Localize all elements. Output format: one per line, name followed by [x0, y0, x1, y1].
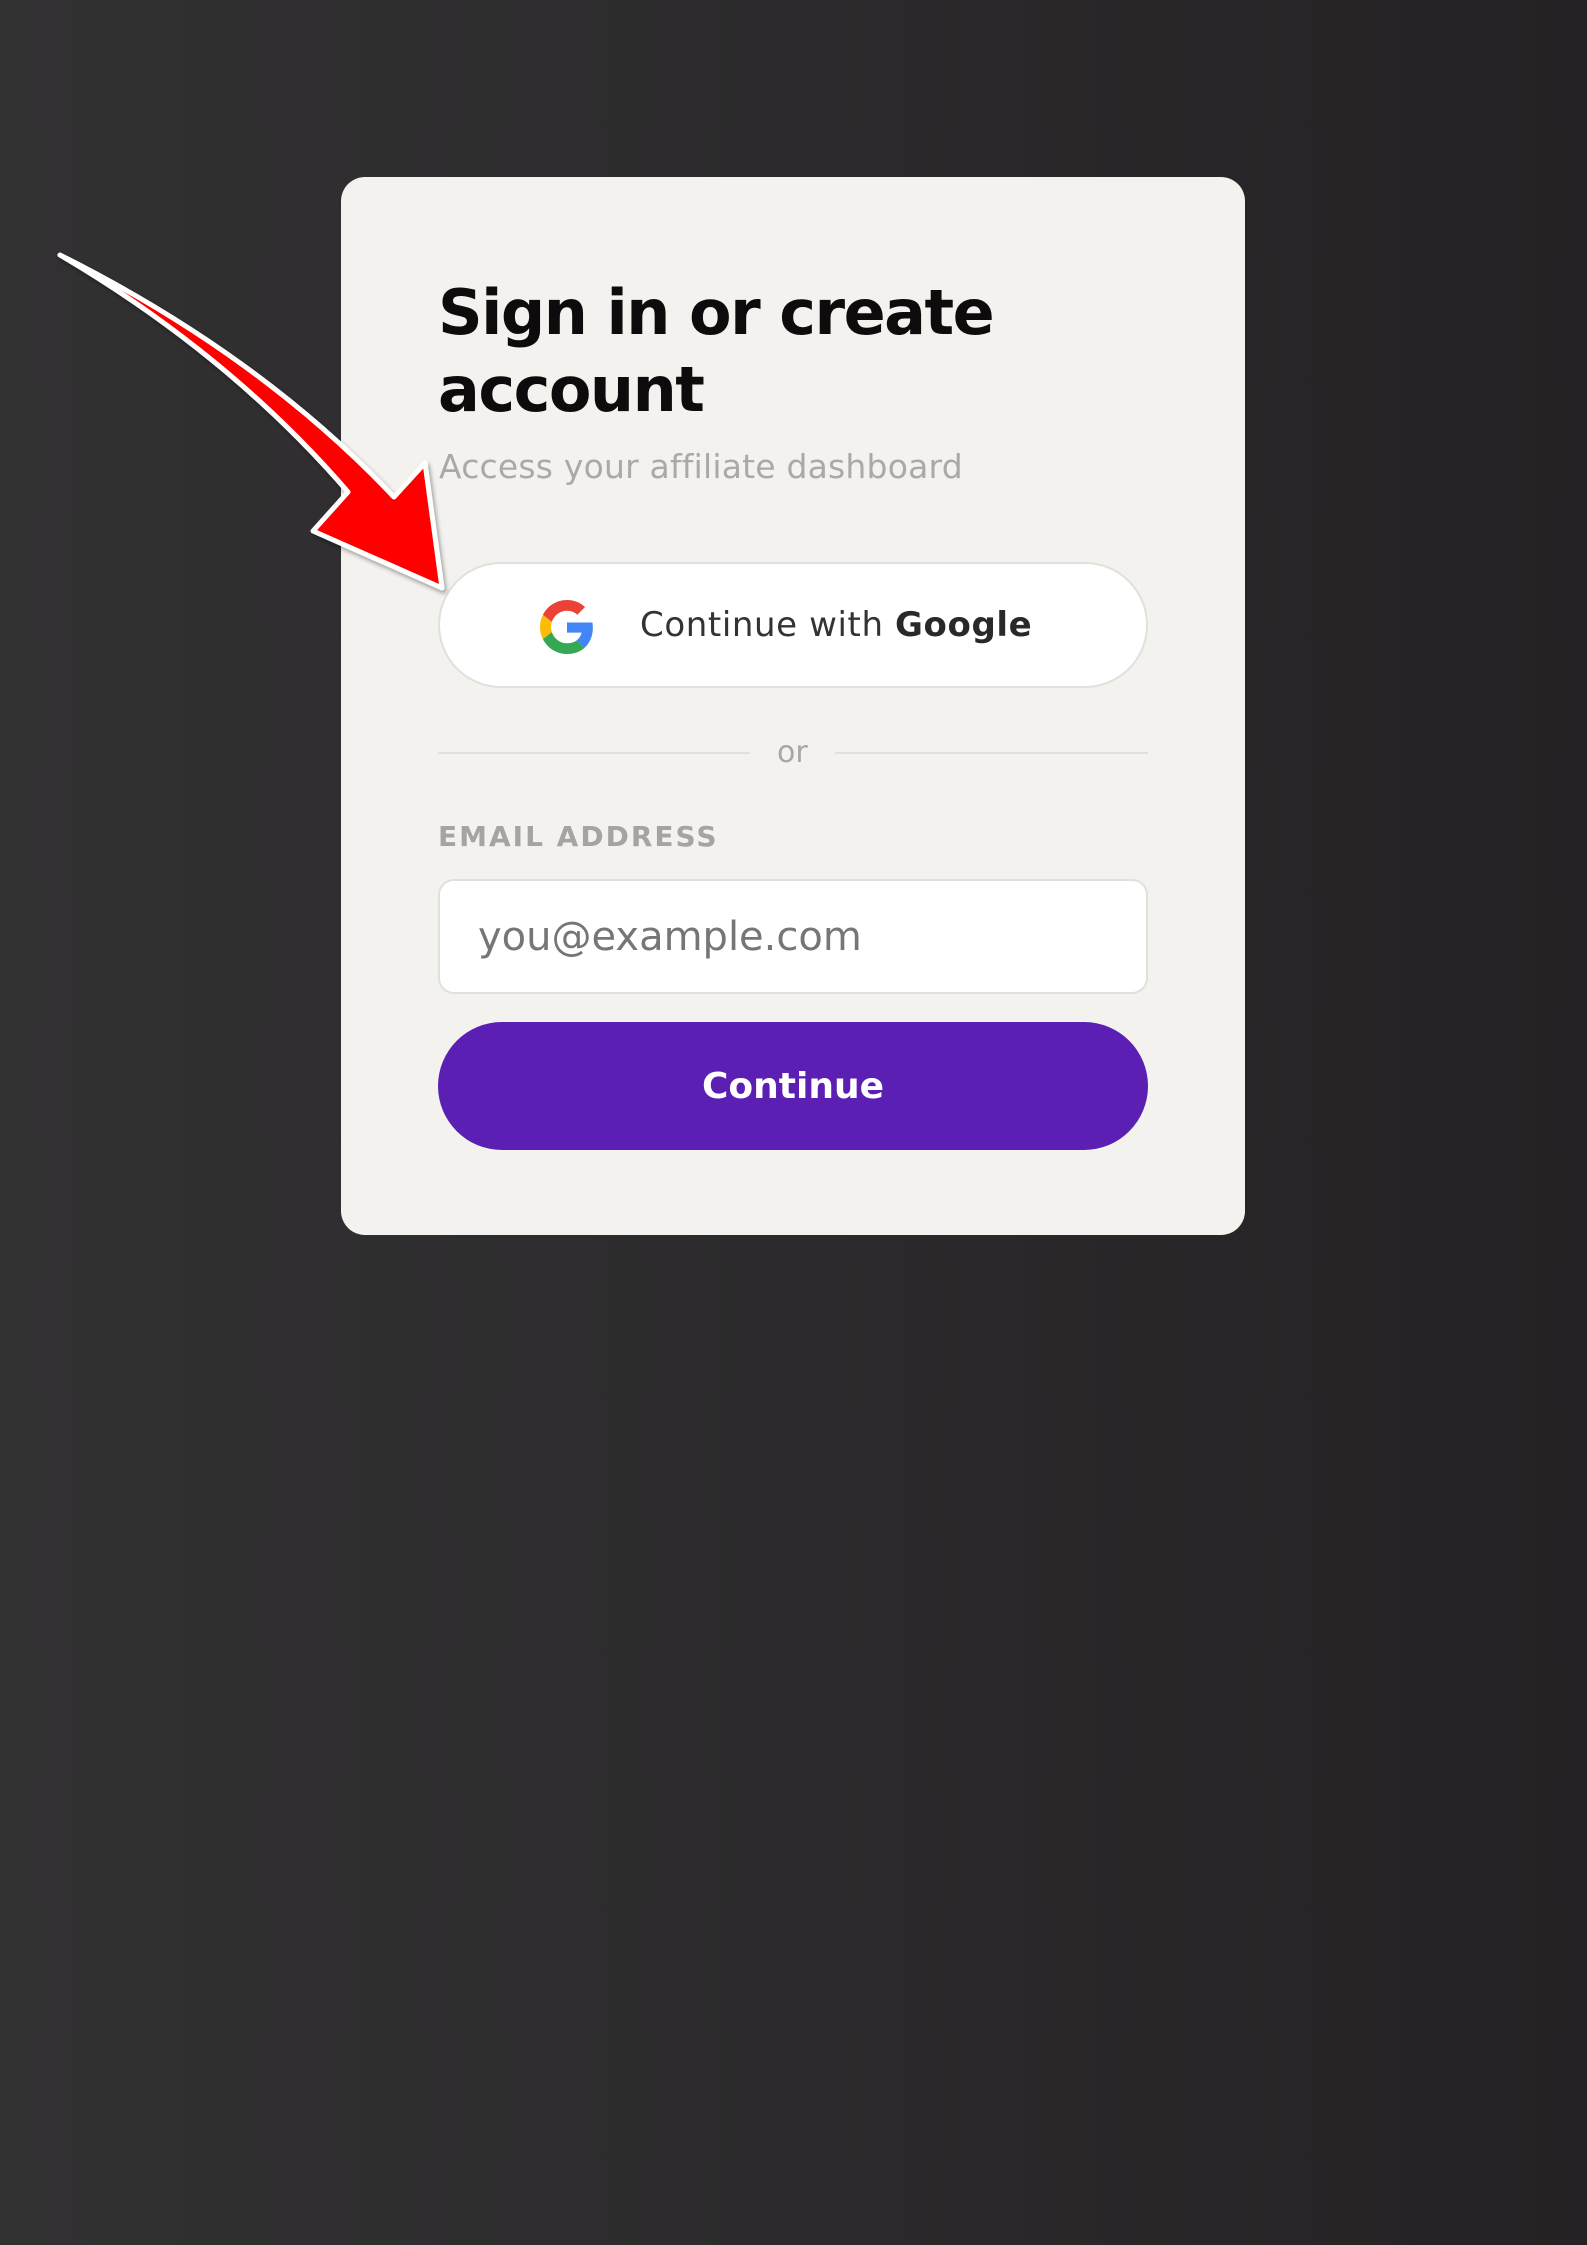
- red-arrow-icon: [57, 252, 445, 591]
- continue-button[interactable]: Continue: [438, 1022, 1148, 1150]
- google-g-icon: [540, 600, 593, 654]
- divider-line-left: [438, 752, 750, 754]
- page-title: Sign in or create account: [438, 276, 995, 426]
- page-subtitle: Access your affiliate dashboard: [439, 447, 963, 486]
- divider-or-text: or: [777, 735, 808, 770]
- divider-line-right: [835, 752, 1148, 754]
- google-brand-text: Google: [895, 605, 1033, 645]
- email-field[interactable]: [438, 879, 1148, 994]
- google-button-label: Continue with Google: [640, 601, 1032, 649]
- google-button-prefix: Continue with: [640, 605, 896, 645]
- email-field-label: EMAIL ADDRESS: [438, 820, 719, 853]
- continue-with-google-button[interactable]: Continue with Google: [438, 562, 1148, 688]
